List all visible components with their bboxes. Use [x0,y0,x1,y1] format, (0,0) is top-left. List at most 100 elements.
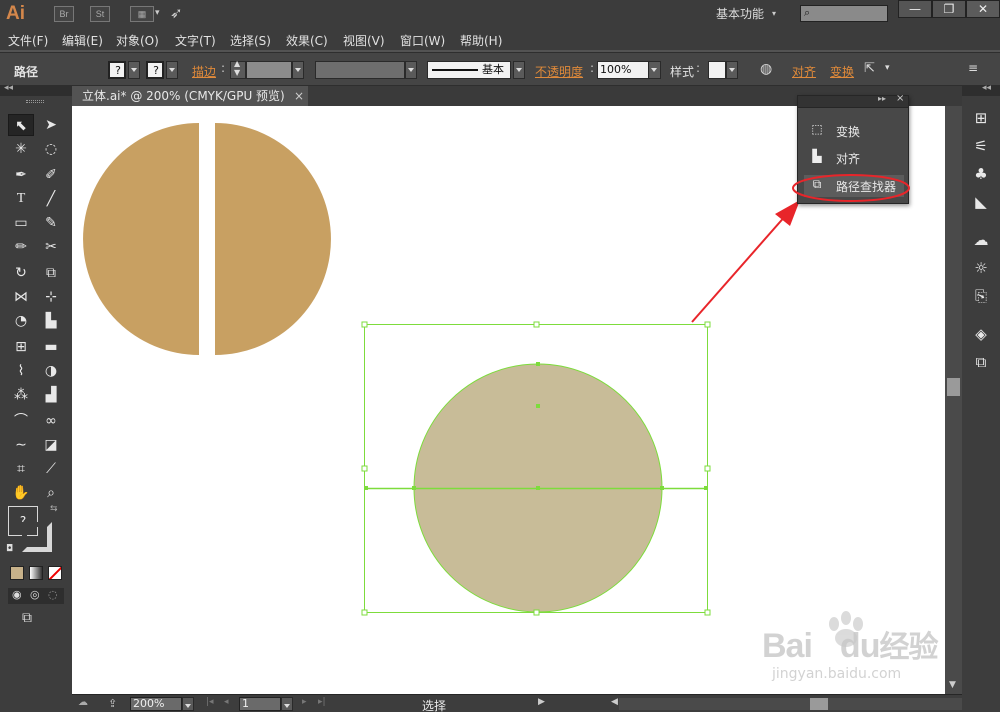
artboard-dropdown[interactable] [281,697,293,711]
swap-colors-icon[interactable]: ⇆ [50,504,58,514]
eyedropper-tool-icon[interactable]: ⌇ [8,360,34,382]
hand-tool-icon[interactable]: ✋ [8,482,34,504]
mesh-tool-icon[interactable]: ⊞ [8,336,34,358]
align-link[interactable]: 对齐 [792,63,816,80]
variable-width-field[interactable] [315,61,405,79]
close-icon[interactable]: × [896,93,904,104]
menu-file[interactable]: 文件(F) [8,32,48,49]
panel-menu-icon[interactable]: ≡ [968,61,978,75]
screen-mode-icon[interactable]: ⧉ [22,610,32,626]
export-panel-icon[interactable]: ⎘ [971,286,991,306]
share-icon[interactable]: ⇪ [108,697,117,710]
zoom-tool-icon[interactable]: ⌕ [38,482,64,504]
width-tool-icon[interactable]: ⋈ [8,286,34,308]
scroll-down-icon[interactable]: ▼ [949,680,956,690]
opacity-dropdown[interactable] [649,61,661,79]
restore-button[interactable]: ❐ [932,0,966,18]
close-tab-icon[interactable]: × [294,86,304,106]
status-menu-icon[interactable]: ▶ [538,697,545,707]
first-artboard-icon[interactable]: |◂ [206,697,214,707]
brush-field[interactable]: 基本 [427,61,511,79]
isolate-icon[interactable]: ⇱ [864,61,875,76]
cloud-icon[interactable]: ☁ [78,697,88,708]
expand-icon[interactable]: ▸▸ [878,94,886,103]
close-button[interactable]: ✕ [966,0,1000,18]
menu-type[interactable]: 文字(T) [175,32,216,49]
scale-tool-icon[interactable]: ⧉ [38,262,64,284]
fill-dropdown[interactable] [128,61,140,79]
type-tool-icon[interactable]: T [8,188,34,210]
chevron-down-icon[interactable]: ▾ [155,8,160,18]
arrange-documents-icon[interactable]: ▦ [130,6,154,22]
style-dropdown[interactable] [726,61,738,79]
layers-panel-icon[interactable]: ◈ [971,324,991,344]
perspective-grid-tool-icon[interactable]: ▙ [38,310,64,332]
opacity-label-link[interactable]: 不透明度 [535,63,583,80]
draw-behind-icon[interactable]: ◎ [30,588,40,601]
curvature-tool-icon[interactable]: ✐ [38,164,64,186]
panel-item-align[interactable]: ▙ 对齐 [804,147,904,169]
join-tool-icon[interactable]: ∞ [38,410,64,432]
stroke-weight-input[interactable] [246,61,292,79]
collapse-icon[interactable]: ◂◂ [4,83,13,93]
stroke-color-swatch[interactable] [22,522,52,552]
draw-inside-icon[interactable]: ◌ [48,588,58,601]
horizontal-scroll-thumb[interactable] [810,698,828,710]
stroke-dropdown[interactable] [166,61,178,79]
shape-builder-tool-icon[interactable]: ◔ [8,310,34,332]
artboard-number-input[interactable]: 1 [239,697,281,711]
vertical-scroll-thumb[interactable] [947,378,960,396]
chevron-down-icon[interactable]: ▾ [772,9,776,18]
scissors-tool-icon[interactable]: ✂ [38,236,64,258]
libraries-panel-icon[interactable]: ☁ [971,230,991,250]
stroke-weight-stepper[interactable]: ▲ ▼ [230,59,246,79]
zoom-dropdown[interactable] [182,697,194,711]
pencil-tool-icon[interactable]: ✏ [8,236,34,258]
style-swatch[interactable] [708,61,726,79]
none-mode-button[interactable] [48,566,62,580]
tab-document[interactable]: 立体.ai* @ 200% (CMYK/GPU 预览) × [72,86,308,106]
smooth-tool-icon[interactable]: ∼ [8,434,34,456]
menu-window[interactable]: 窗口(W) [400,32,445,49]
next-artboard-icon[interactable]: ▸ [302,697,307,707]
pen-tool-icon[interactable]: ✒ [8,164,34,186]
stock-button[interactable]: St [90,6,110,22]
panel-item-transform[interactable]: ⬚ 变换 [804,120,904,142]
menu-object[interactable]: 对象(O) [116,32,159,49]
graphic-styles-panel-icon[interactable]: ◣ [971,192,991,212]
right-half-circle[interactable] [215,123,331,355]
vertical-scrollbar[interactable]: ▼ [945,106,962,694]
free-transform-tool-icon[interactable]: ⊹ [38,286,64,308]
rocket-icon[interactable]: ➶ [170,4,183,22]
gradient-mode-button[interactable] [29,566,43,580]
fill-swatch[interactable]: ? [108,61,126,79]
column-graph-tool-icon[interactable]: ▟ [38,384,64,406]
magic-wand-tool-icon[interactable]: ✳ [8,138,34,160]
stroke-weight-dropdown[interactable] [292,61,304,79]
menu-view[interactable]: 视图(V) [343,32,385,49]
stroke-swatch[interactable]: ? [146,61,164,79]
paintbrush-tool-icon[interactable]: ✎ [38,212,64,234]
menu-effect[interactable]: 效果(C) [286,32,328,49]
direct-selection-tool-icon[interactable]: ➤ [38,114,64,136]
eraser-tool-icon[interactable]: ◪ [38,434,64,456]
rotate-tool-icon[interactable]: ↻ [8,262,34,284]
stroke-label-link[interactable]: 描边 [192,63,216,80]
left-half-circle[interactable] [83,123,199,355]
recolor-icon[interactable]: ◍ [760,61,772,77]
menu-edit[interactable]: 编辑(E) [62,32,103,49]
scroll-left-icon[interactable]: ◀ [611,697,618,707]
slice-tool-icon[interactable]: ⟋ [38,458,64,480]
knife-tool-icon[interactable]: ⌒ [8,410,34,432]
floating-panel-header[interactable]: ▸▸ × [798,93,908,108]
search-input[interactable]: ⌕ [800,5,888,22]
transform-link[interactable]: 变换 [830,63,854,80]
artboards-panel-icon[interactable]: ⧉ [971,352,991,372]
line-tool-icon[interactable]: ╱ [38,188,64,210]
swatches-panel-icon[interactable]: ⊞ [971,108,991,128]
blend-tool-icon[interactable]: ◑ [38,360,64,382]
selection-tool-icon[interactable]: ⬉ [8,114,34,136]
rectangle-tool-icon[interactable]: ▭ [8,212,34,234]
opacity-input[interactable]: 100% [597,61,649,79]
symbol-sprayer-tool-icon[interactable]: ⁂ [8,384,34,406]
